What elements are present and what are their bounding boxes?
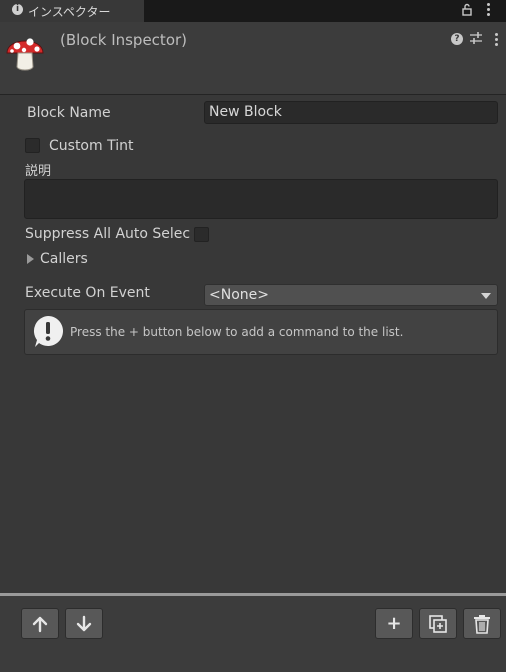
warning-icon bbox=[33, 316, 63, 347]
mushroom-icon bbox=[6, 38, 44, 71]
arrow-down-icon bbox=[76, 615, 92, 631]
suppress-auto-select-checkbox[interactable] bbox=[194, 227, 209, 242]
delete-command-button[interactable] bbox=[463, 608, 501, 639]
move-down-button[interactable] bbox=[65, 608, 103, 639]
description-label: 説明 bbox=[25, 164, 52, 179]
help-icon[interactable]: ? bbox=[451, 33, 463, 45]
help-box-text: Press the + button below to add a comman… bbox=[70, 325, 404, 339]
plus-icon: + bbox=[386, 612, 402, 634]
block-name-label: Block Name bbox=[27, 105, 111, 121]
execute-on-event-dropdown[interactable]: <None> bbox=[204, 284, 498, 306]
suppress-auto-select-label: Suppress All Auto Selec bbox=[25, 226, 190, 242]
lock-icon[interactable] bbox=[460, 3, 474, 17]
tab-inspector[interactable]: i インスペクター bbox=[0, 0, 144, 22]
presets-icon[interactable] bbox=[469, 31, 483, 45]
chevron-down-icon bbox=[481, 293, 491, 299]
inspector-header: (Block Inspector) ? bbox=[0, 22, 506, 95]
execute-on-event-value: <None> bbox=[209, 287, 269, 303]
execute-on-event-label: Execute On Event bbox=[25, 285, 150, 301]
foldout-arrow-icon[interactable] bbox=[27, 254, 34, 264]
arrow-up-icon bbox=[32, 616, 48, 632]
help-box: Press the + button below to add a comman… bbox=[24, 309, 498, 355]
page-title: (Block Inspector) bbox=[60, 31, 188, 49]
custom-tint-label: Custom Tint bbox=[49, 138, 134, 154]
component-menu-icon[interactable] bbox=[494, 33, 500, 47]
callers-foldout[interactable]: Callers bbox=[40, 251, 88, 267]
duplicate-command-button[interactable] bbox=[419, 608, 457, 639]
description-field[interactable] bbox=[24, 179, 498, 219]
info-icon: i bbox=[12, 4, 23, 15]
move-up-button[interactable] bbox=[21, 608, 59, 639]
add-command-button[interactable]: + bbox=[375, 608, 413, 639]
duplicate-icon bbox=[429, 614, 447, 633]
window-menu-icon[interactable] bbox=[486, 3, 492, 17]
tab-label: インスペクター bbox=[28, 5, 111, 19]
trash-icon bbox=[474, 614, 490, 634]
block-name-field[interactable]: New Block bbox=[204, 101, 498, 124]
custom-tint-checkbox[interactable] bbox=[25, 138, 40, 153]
